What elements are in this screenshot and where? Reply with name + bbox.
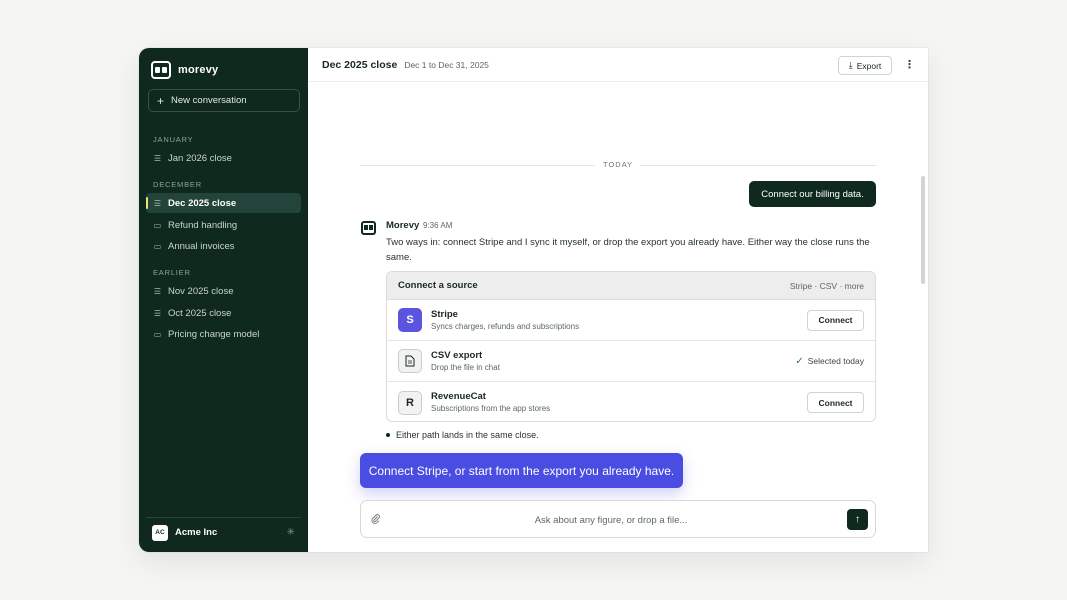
export-label: Export (856, 60, 882, 71)
card-meta: Stripe · CSV · more (789, 280, 864, 291)
plus-icon: + (157, 93, 165, 108)
source-description: Syncs charges, refunds and subscriptions (431, 321, 580, 331)
section-label-december: DECEMBER (153, 180, 202, 189)
source-name: Stripe (431, 308, 458, 320)
card-header: Connect a source Stripe · CSV · more (387, 272, 875, 300)
sidebar-item-label: Annual invoices (168, 240, 235, 252)
source-name: RevenueCat (431, 391, 486, 402)
logo-icon (151, 61, 171, 79)
page-title: Dec 2025 close (322, 58, 398, 71)
composer: ↑ (360, 500, 876, 538)
sidebar-item-label: Pricing change model (168, 328, 260, 340)
divider-right (640, 165, 876, 166)
note-text: Either path lands in the same close. (396, 430, 539, 440)
sidebar-item-label: Oct 2025 close (168, 307, 232, 319)
header: Dec 2025 close Dec 1 to Dec 31, 2025 ⤓ E… (308, 48, 928, 82)
arrow-up-icon: ↑ (855, 514, 860, 525)
lines-icon: ☰ (153, 198, 162, 208)
sidebar-item-refund-handling[interactable]: ▭ Refund handling (146, 215, 301, 235)
main-panel: Dec 2025 close Dec 1 to Dec 31, 2025 ⤓ E… (308, 48, 928, 552)
more-options-icon[interactable]: ⋮ (904, 58, 915, 71)
day-divider: TODAY (603, 160, 634, 169)
user-message: Connect our billing data. (749, 181, 876, 207)
source-row-revenuecat: R RevenueCat Subscriptions from the app … (387, 382, 875, 421)
scrollbar[interactable] (921, 176, 925, 284)
chat-icon: ▭ (153, 329, 162, 339)
bot-message: Two ways in: connect Stripe and I sync i… (386, 237, 870, 263)
source-description: Drop the file in chat (431, 362, 500, 372)
paperclip-icon[interactable] (371, 513, 380, 527)
source-name: CSV export (431, 349, 483, 361)
sidebar-item-annual-invoices[interactable]: ▭ Annual invoices (146, 236, 301, 256)
new-conversation-button[interactable]: + New conversation (148, 89, 300, 112)
download-icon: ⤓ (848, 60, 853, 70)
org-name: Acme Inc (175, 527, 218, 538)
selected-label: Selected today (807, 356, 864, 366)
divider-left (360, 165, 595, 166)
sidebar-item-oct-2025-close[interactable]: ☰ Oct 2025 close (146, 303, 301, 323)
revenuecat-icon: R (398, 390, 422, 415)
message-input[interactable] (391, 510, 831, 530)
message-timestamp: 9:36 AM (423, 221, 453, 230)
source-description: Subscriptions from the app stores (431, 404, 551, 413)
section-label-earlier: EARLIER (153, 268, 191, 277)
bot-name: Morevy (386, 220, 420, 231)
new-conversation-label: New conversation (171, 95, 247, 106)
chat-icon: ▭ (153, 241, 162, 251)
sidebar-item-pricing-change-model[interactable]: ▭ Pricing change model (146, 324, 301, 344)
document-icon (398, 349, 422, 373)
sidebar-footer[interactable]: AC Acme Inc ✳ (146, 517, 301, 547)
bot-avatar-icon (361, 221, 376, 235)
chat-icon: ▭ (153, 220, 162, 230)
connect-revenuecat-button[interactable]: Connect (807, 392, 864, 413)
bullet-dot (386, 433, 390, 437)
sidebar-item-label: Refund handling (168, 219, 238, 231)
app-name: morevy (178, 64, 219, 76)
connect-source-card: Connect a source Stripe · CSV · more S S… (386, 271, 876, 422)
export-button[interactable]: ⤓ Export (838, 56, 892, 75)
app-window: morevy + New conversation JANUARY ☰ Jan … (139, 48, 928, 552)
card-title: Connect a source (398, 280, 478, 291)
section-label-january: JANUARY (153, 135, 194, 144)
sidebar: morevy + New conversation JANUARY ☰ Jan … (139, 48, 308, 552)
lines-icon: ☰ (153, 308, 162, 318)
sidebar-item-label: Nov 2025 close (168, 285, 234, 297)
selected-status: ✓ Selected today (795, 356, 864, 367)
stripe-icon: S (398, 308, 422, 332)
check-icon: ✓ (795, 355, 804, 367)
connect-stripe-button[interactable]: Connect (807, 309, 864, 331)
note: Either path lands in the same close. (386, 430, 539, 440)
date-range: Dec 1 to Dec 31, 2025 (404, 59, 489, 70)
brand[interactable]: morevy (151, 61, 218, 79)
suggestion-chip[interactable]: Connect Stripe, or start from the export… (360, 453, 683, 488)
lines-icon: ☰ (153, 286, 162, 296)
avatar: AC (152, 524, 168, 541)
source-row-stripe: S Stripe Syncs charges, refunds and subs… (387, 300, 875, 341)
sidebar-item-label: Dec 2025 close (168, 197, 237, 209)
lines-icon: ☰ (153, 153, 162, 163)
settings-icon[interactable]: ✳ (287, 527, 295, 538)
sidebar-item-nov-2025-close[interactable]: ☰ Nov 2025 close (146, 281, 301, 301)
sidebar-item-dec-2025-close[interactable]: ☰ Dec 2025 close (146, 193, 301, 213)
sidebar-item-jan-2026-close[interactable]: ☰ Jan 2026 close (146, 148, 301, 168)
sidebar-item-label: Jan 2026 close (168, 152, 232, 164)
source-row-csv: CSV export Drop the file in chat ✓ Selec… (387, 341, 875, 382)
send-button[interactable]: ↑ (847, 509, 868, 530)
